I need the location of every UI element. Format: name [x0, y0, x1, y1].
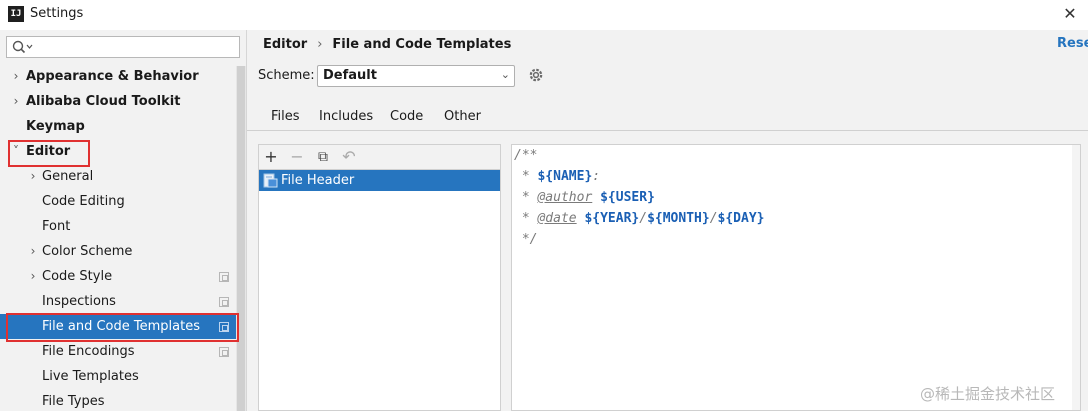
- scrollbar-thumb[interactable]: [237, 66, 245, 411]
- window-title: Settings: [30, 6, 84, 21]
- reset-icon[interactable]: ↶: [340, 148, 358, 166]
- sidebar-item-live-templates[interactable]: Live Templates: [0, 364, 236, 389]
- sidebar-item-label: Alibaba Cloud Toolkit: [26, 94, 181, 109]
- sidebar-item-label: File and Code Templates: [42, 319, 200, 334]
- sidebar-item-label: Inspections: [42, 294, 116, 309]
- add-icon[interactable]: +: [262, 148, 280, 166]
- list-item[interactable]: File Header: [259, 170, 500, 191]
- sidebar-item-appearance-behavior[interactable]: › Appearance & Behavior: [0, 64, 236, 89]
- settings-sidebar: › Appearance & Behavior › Alibaba Cloud …: [0, 30, 246, 411]
- month-variable: ${MONTH}: [647, 211, 710, 226]
- chevron-right-icon: ›: [30, 244, 36, 258]
- sidebar-item-label: File Types: [42, 394, 105, 409]
- code-line-4: * @date ${YEAR}/${MONTH}/${DAY}: [514, 208, 765, 229]
- chevron-down-icon: ⌄: [500, 68, 510, 81]
- project-settings-icon: [219, 347, 229, 357]
- comment-prefix: *: [514, 190, 538, 205]
- breadcrumb-current: File and Code Templates: [332, 37, 512, 52]
- settings-search-input[interactable]: [6, 36, 240, 58]
- sidebar-item-code-style[interactable]: › Code Style: [0, 264, 236, 289]
- tab-code[interactable]: Code: [390, 109, 423, 124]
- sidebar-item-font[interactable]: Font: [0, 214, 236, 239]
- template-code-editor[interactable]: /** * ${NAME}: * @author ${USER} * @date…: [511, 144, 1081, 411]
- sidebar-item-label: Code Style: [42, 269, 113, 284]
- code-line-5: */: [514, 229, 538, 250]
- year-variable: ${YEAR}: [584, 211, 640, 226]
- templates-toolbar: + − ⧉ ↶: [258, 144, 501, 170]
- scheme-value: Default: [323, 68, 377, 83]
- sidebar-item-file-types[interactable]: File Types: [0, 389, 236, 411]
- code-line-3: * @author ${USER}: [514, 187, 655, 208]
- watermark: @稀土掘金技术社区: [920, 385, 1056, 403]
- scheme-select[interactable]: Default ⌄: [317, 65, 515, 87]
- project-settings-icon: [219, 272, 229, 282]
- comment-suffix: :: [592, 169, 601, 184]
- name-variable: ${NAME}: [537, 169, 593, 184]
- sidebar-item-file-encodings[interactable]: File Encodings: [0, 339, 236, 364]
- day-variable: ${DAY}: [717, 211, 765, 226]
- comment-prefix: *: [514, 211, 538, 226]
- chevron-right-icon: ›: [13, 69, 19, 83]
- sidebar-item-file-and-code-templates[interactable]: File and Code Templates: [0, 314, 236, 339]
- project-settings-icon: [219, 297, 229, 307]
- gear-icon[interactable]: [527, 66, 545, 84]
- sidebar-item-keymap[interactable]: Keymap: [0, 114, 236, 139]
- date-slash: /: [709, 211, 718, 226]
- chevron-right-icon: ›: [13, 94, 19, 108]
- template-name: File Header: [281, 173, 355, 188]
- breadcrumb: Editor › File and Code Templates: [263, 36, 511, 54]
- chevron-down-icon: ˅: [13, 144, 19, 158]
- user-variable: ${USER}: [600, 190, 655, 205]
- remove-icon[interactable]: −: [288, 148, 306, 166]
- comment-close: */: [514, 232, 538, 247]
- breadcrumb-parent[interactable]: Editor: [263, 37, 307, 52]
- templates-list: File Header: [258, 169, 501, 411]
- sidebar-item-label: Live Templates: [42, 369, 139, 384]
- search-icon: [12, 40, 33, 54]
- project-settings-icon: [219, 322, 229, 332]
- sidebar-item-label: Color Scheme: [42, 244, 133, 259]
- copy-icon[interactable]: ⧉: [314, 148, 332, 166]
- sidebar-item-alibaba-cloud-toolkit[interactable]: › Alibaba Cloud Toolkit: [0, 89, 236, 114]
- tab-files[interactable]: Files: [271, 109, 300, 124]
- java-file-icon: [263, 173, 278, 188]
- intellij-app-icon: IJ: [8, 6, 24, 22]
- settings-content: Editor › File and Code Templates Reset Sch…: [246, 30, 1088, 411]
- reset-link[interactable]: Reset: [1057, 36, 1088, 51]
- tab-other[interactable]: Other: [444, 109, 481, 124]
- sidebar-item-color-scheme[interactable]: › Color Scheme: [0, 239, 236, 264]
- close-icon[interactable]: ✕: [1060, 3, 1080, 25]
- chevron-right-icon: ›: [30, 269, 36, 283]
- sidebar-item-inspections[interactable]: Inspections: [0, 289, 236, 314]
- author-tag: @author: [537, 190, 593, 205]
- code-line-2: * ${NAME}:: [514, 166, 600, 187]
- comment-prefix: *: [514, 169, 538, 184]
- sidebar-item-editor[interactable]: ˅ Editor: [0, 139, 236, 164]
- breadcrumb-separator-icon: ›: [317, 37, 323, 52]
- chevron-right-icon: ›: [30, 169, 36, 183]
- sidebar-item-label: Editor: [26, 144, 71, 159]
- title-bar: IJ Settings ✕: [0, 0, 1088, 30]
- sidebar-item-label: Font: [42, 219, 71, 234]
- date-tag: @date: [537, 211, 577, 226]
- editor-scrollbar[interactable]: [1072, 145, 1080, 410]
- sidebar-item-label: File Encodings: [42, 344, 135, 359]
- settings-tree: › Appearance & Behavior › Alibaba Cloud …: [0, 64, 236, 411]
- sidebar-scrollbar[interactable]: [236, 66, 246, 411]
- comment-open: /**: [514, 148, 538, 163]
- tabs-divider: [247, 130, 1088, 131]
- sidebar-item-code-editing[interactable]: Code Editing: [0, 189, 236, 214]
- date-slash: /: [639, 211, 648, 226]
- code-line-1: /**: [514, 145, 537, 166]
- sidebar-item-label: Keymap: [26, 119, 85, 134]
- sidebar-item-label: Code Editing: [42, 194, 125, 209]
- sidebar-item-general[interactable]: › General: [0, 164, 236, 189]
- scheme-label: Scheme:: [258, 68, 315, 83]
- tab-includes[interactable]: Includes: [319, 109, 373, 124]
- sidebar-item-label: General: [42, 169, 94, 184]
- sidebar-item-label: Appearance & Behavior: [26, 69, 199, 84]
